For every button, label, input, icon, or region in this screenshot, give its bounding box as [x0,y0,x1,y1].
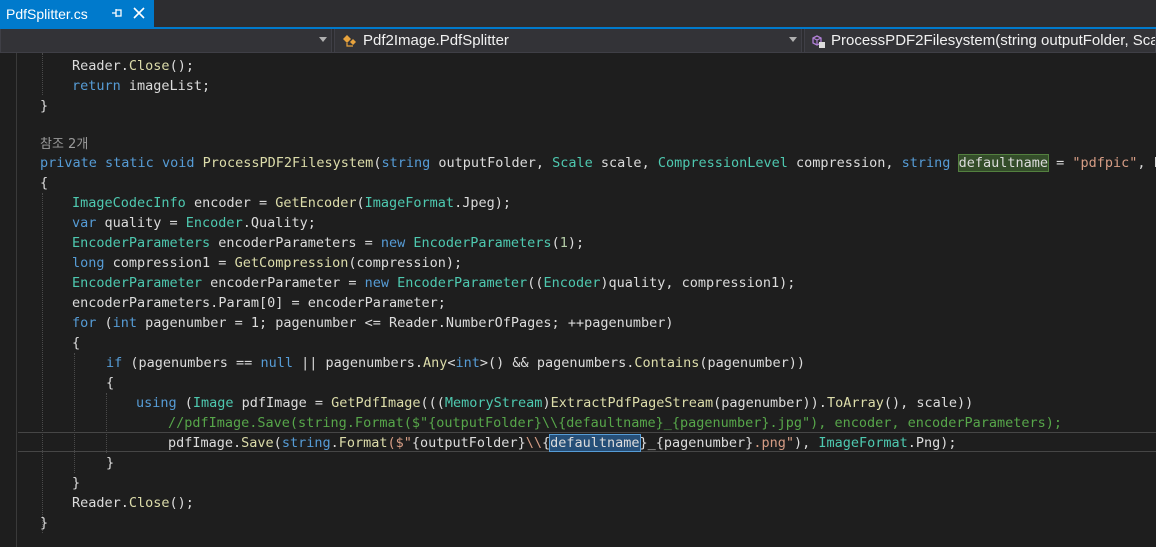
code-line: using (Image pdfImage = GetPdfImage(((Me… [136,395,974,411]
code-line: } [40,515,49,531]
tab-title: PdfSplitter.cs [6,5,88,22]
dropdown-arrow-icon [789,37,797,42]
code-line: { [106,375,115,391]
code-line: long compression1 = GetCompression(compr… [72,255,463,271]
class-dropdown[interactable]: Pdf2Image.PdfSplitter [334,29,802,52]
indent-guide [74,353,75,473]
indent-guide [42,193,43,533]
code-editor[interactable]: Reader.Close(); return imageList; } 참조 2… [0,53,1156,547]
tab-strip: PdfSplitter.cs [0,0,1156,27]
code-line: } [106,455,115,471]
code-line: return imageList; [72,78,211,94]
editor-margin [16,53,17,547]
code-line-signature: private static void ProcessPDF2Filesyste… [40,154,1156,172]
class-icon [343,34,356,47]
code-line: ImageCodecInfo encoder = GetEncoder(Imag… [72,195,511,211]
member-dropdown[interactable]: ProcessPDF2Filesystem(string outputFolde… [804,29,1156,52]
indent-guide [42,53,43,95]
code-line: EncoderParameter encoderParameter = new … [72,275,796,291]
code-line: encoderParameters.Param[0] = encoderPara… [72,295,446,311]
class-label: Pdf2Image.PdfSplitter [363,32,509,49]
method-icon [812,34,825,48]
navigation-bar: Pdf2Image.PdfSplitter ProcessPDF2Filesys… [0,29,1156,53]
member-label: ProcessPDF2Filesystem(string outputFolde… [831,32,1156,49]
code-lens-references[interactable]: 참조 2개 [40,135,88,155]
code-line: } [72,475,81,491]
code-line: Reader.Close(); [72,495,194,511]
highlighted-identifier: defaultname [957,154,1050,172]
code-line: EncoderParameters encoderParameters = ne… [72,235,585,251]
pin-icon[interactable] [110,6,124,20]
code-line: Reader.Close(); [72,58,194,74]
code-comment-line: //pdfImage.Save(string.Format($"{outputF… [168,415,1063,431]
close-icon[interactable] [133,7,145,19]
dropdown-arrow-icon [319,37,327,42]
code-line: for (int pagenumber = 1; pagenumber <= R… [72,315,674,331]
selected-identifier: defaultname [549,434,641,452]
code-line: { [72,335,81,351]
project-dropdown[interactable] [0,29,332,52]
code-line: { [40,175,49,191]
code-line: var quality = Encoder.Quality; [72,215,316,231]
code-line: if (pagenumbers == null || pagenumbers.A… [106,355,806,371]
code-line: } [40,98,49,114]
tab-pdfsplitter[interactable]: PdfSplitter.cs [0,0,154,27]
code-line-current: pdfImage.Save(string.Format($"{outputFol… [168,434,957,452]
